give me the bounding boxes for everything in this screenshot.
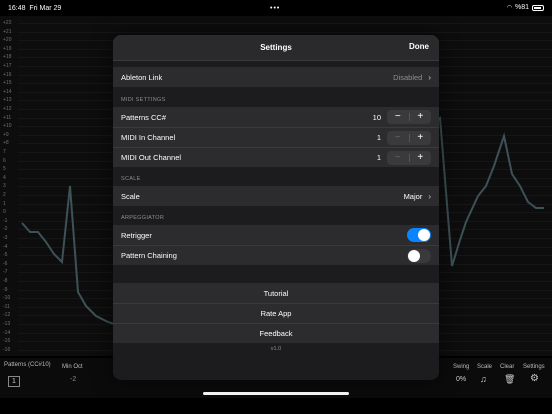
battery-percent: %81 — [514, 4, 529, 11]
increment-button[interactable]: + — [410, 110, 432, 124]
scale-label: Scale — [477, 364, 493, 370]
midi-out-channel-value: 1 — [376, 153, 381, 162]
patterns-cc-label: Patterns CC# — [121, 112, 167, 122]
version-label: v1.0 — [270, 346, 282, 352]
patterns-cc-row: Patterns CC# 10 − + — [113, 107, 439, 127]
ableton-link-label: Ableton Link — [121, 72, 163, 82]
settings-label: Settings — [523, 364, 545, 370]
modal-title: Settings — [260, 43, 292, 52]
chevron-right-icon: › — [428, 72, 431, 82]
swing-value[interactable]: 0% — [456, 376, 466, 383]
status-bar: 16:48 Fri Mar 29 ••• ◠ %81 — [0, 0, 552, 16]
decrement-button[interactable]: − — [387, 151, 409, 165]
midi-out-channel-row: MIDI Out Channel 1 − + — [113, 147, 439, 167]
min-oct-label: Min Oct — [62, 364, 83, 370]
decrement-button[interactable]: − — [387, 131, 409, 145]
patterns-label: Patterns (CC#10) — [4, 362, 51, 368]
scale-row[interactable]: Scale Major › — [113, 186, 439, 206]
done-button[interactable]: Done — [409, 42, 429, 51]
modal-header: Settings Done — [113, 35, 439, 61]
patterns-cc-stepper: − + — [387, 110, 431, 124]
retrigger-label: Retrigger — [121, 230, 152, 240]
patterns-cc-value: 10 — [372, 112, 381, 122]
retrigger-row: Retrigger — [113, 225, 439, 245]
gear-icon[interactable]: ⚙︎ — [530, 373, 539, 384]
music-note-icon[interactable]: ♫ — [480, 374, 487, 384]
chevron-right-icon: › — [428, 191, 431, 201]
rate-app-button[interactable]: Rate App — [113, 303, 439, 323]
status-time: 16:48 Fri Mar 29 — [8, 4, 62, 12]
pattern-chaining-row: Pattern Chaining — [113, 245, 439, 265]
midi-out-channel-stepper: − + — [387, 150, 432, 165]
pattern-chaining-label: Pattern Chaining — [121, 251, 177, 260]
decrement-button[interactable]: − — [387, 110, 409, 124]
pattern-chaining-toggle[interactable] — [407, 248, 431, 263]
ableton-link-value: Disabled — [393, 72, 423, 82]
midi-out-channel-label: MIDI Out Channel — [121, 153, 182, 162]
scale-value: Major — [403, 191, 423, 201]
settings-modal: Settings Done Ableton Link Disabled › MI… — [113, 35, 439, 380]
increment-button[interactable]: + — [410, 131, 432, 145]
wifi-icon: ◠ — [506, 5, 512, 11]
pattern-number-button[interactable]: 1 — [8, 376, 20, 387]
midi-in-channel-label: MIDI In Channel — [121, 133, 176, 142]
trash-icon[interactable]: 🗑︎ — [504, 374, 515, 385]
feedback-button[interactable]: Feedback — [113, 323, 439, 343]
status-indicators: ◠ %81 — [507, 4, 544, 11]
midi-in-channel-value: 1 — [376, 133, 381, 142]
min-oct-value[interactable]: -2 — [70, 376, 76, 383]
retrigger-toggle[interactable] — [407, 228, 431, 242]
battery-icon — [532, 4, 544, 11]
tutorial-button[interactable]: Tutorial — [113, 283, 439, 303]
home-indicator[interactable] — [203, 392, 349, 395]
scale-label: Scale — [121, 191, 140, 201]
increment-button[interactable]: + — [410, 151, 432, 165]
midi-in-channel-row: MIDI In Channel 1 − + — [113, 127, 439, 147]
midi-in-channel-stepper: − + — [387, 130, 432, 145]
swing-label: Swing — [453, 364, 470, 370]
ableton-link-row[interactable]: Ableton Link Disabled › — [113, 67, 439, 87]
clear-label: Clear — [500, 364, 515, 370]
multitasking-dots[interactable]: ••• — [270, 5, 280, 12]
